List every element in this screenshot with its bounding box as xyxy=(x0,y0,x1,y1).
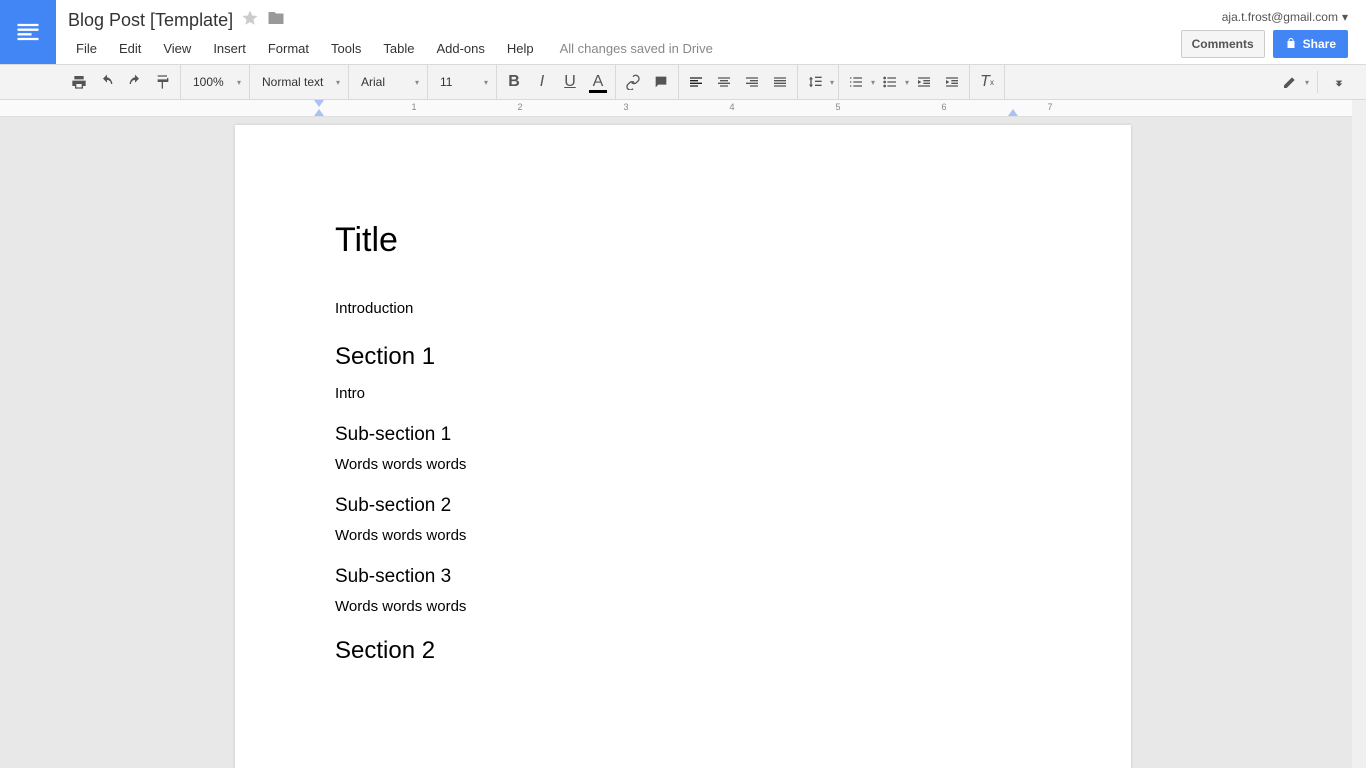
doc-section-1-intro[interactable]: Intro xyxy=(335,385,1031,402)
editing-mode-icon[interactable] xyxy=(1277,69,1303,95)
menu-file[interactable]: File xyxy=(68,39,105,58)
share-button[interactable]: Share xyxy=(1273,30,1348,58)
ruler-tick: 4 xyxy=(729,102,734,112)
paint-format-icon[interactable] xyxy=(150,69,176,95)
separator xyxy=(1317,71,1318,93)
indent-marker-top[interactable] xyxy=(314,100,324,107)
align-left-icon[interactable] xyxy=(683,69,709,95)
line-spacing-icon[interactable] xyxy=(802,69,828,95)
hide-menus-icon[interactable] xyxy=(1326,69,1352,95)
menu-addons[interactable]: Add-ons xyxy=(428,39,492,58)
menu-insert[interactable]: Insert xyxy=(205,39,254,58)
document-canvas[interactable]: Title Introduction Section 1 Intro Sub-s… xyxy=(0,117,1366,768)
ruler-tick: 6 xyxy=(941,102,946,112)
clear-formatting-icon[interactable]: Tx xyxy=(974,69,1000,95)
align-center-icon[interactable] xyxy=(711,69,737,95)
folder-icon[interactable] xyxy=(267,9,285,32)
doc-section-2[interactable]: Section 2 xyxy=(335,637,1031,665)
link-icon[interactable] xyxy=(620,69,646,95)
chevron-down-icon: ▾ xyxy=(871,78,875,87)
comments-button[interactable]: Comments xyxy=(1181,30,1265,58)
undo-icon[interactable] xyxy=(94,69,120,95)
redo-icon[interactable] xyxy=(122,69,148,95)
user-email-text: aja.t.frost@gmail.com xyxy=(1222,10,1338,24)
header: Blog Post [Template] File Edit View Inse… xyxy=(0,0,1366,64)
chevron-down-icon: ▾ xyxy=(1342,10,1348,24)
doc-section-1[interactable]: Section 1 xyxy=(335,343,1031,371)
right-margin-marker[interactable] xyxy=(1008,109,1018,116)
menu-help[interactable]: Help xyxy=(499,39,542,58)
print-icon[interactable] xyxy=(66,69,92,95)
comment-icon[interactable] xyxy=(648,69,674,95)
align-justify-icon[interactable] xyxy=(767,69,793,95)
menu-tools[interactable]: Tools xyxy=(323,39,369,58)
doc-body-1[interactable]: Words words words xyxy=(335,456,1031,473)
share-label: Share xyxy=(1303,37,1336,51)
style-select[interactable]: Normal text xyxy=(254,71,344,93)
menu-view[interactable]: View xyxy=(155,39,199,58)
italic-icon[interactable]: I xyxy=(529,69,555,95)
doc-body-2[interactable]: Words words words xyxy=(335,527,1031,544)
size-value: 11 xyxy=(440,75,452,89)
chevron-down-icon: ▾ xyxy=(1305,78,1309,87)
chevron-down-icon: ▾ xyxy=(830,78,834,87)
docs-logo[interactable] xyxy=(0,0,56,64)
font-value: Arial xyxy=(361,75,385,89)
chevron-down-icon: ▾ xyxy=(905,78,909,87)
font-select[interactable]: Arial xyxy=(353,71,423,93)
user-email[interactable]: aja.t.frost@gmail.com ▾ xyxy=(1222,10,1348,24)
numbered-list-icon[interactable] xyxy=(843,69,869,95)
doc-title-heading[interactable]: Title xyxy=(335,221,1031,260)
scrollbar[interactable] xyxy=(1352,100,1366,768)
doc-body-3[interactable]: Words words words xyxy=(335,598,1031,615)
doc-subsection-3[interactable]: Sub-section 3 xyxy=(335,566,1031,588)
user-area: aja.t.frost@gmail.com ▾ Comments Share xyxy=(1181,0,1366,64)
increase-indent-icon[interactable] xyxy=(939,69,965,95)
zoom-value: 100% xyxy=(193,75,224,89)
text-color-icon[interactable]: A xyxy=(585,69,611,95)
style-value: Normal text xyxy=(262,75,323,89)
star-icon[interactable] xyxy=(241,9,259,32)
ruler-tick: 2 xyxy=(517,102,522,112)
toolbar: 100% Normal text Arial 11 B I U A ▾ ▾ ▾ … xyxy=(0,64,1366,100)
menu-bar: File Edit View Insert Format Tools Table… xyxy=(68,34,1169,62)
align-right-icon[interactable] xyxy=(739,69,765,95)
doc-intro[interactable]: Introduction xyxy=(335,300,1031,317)
menu-format[interactable]: Format xyxy=(260,39,317,58)
ruler-tick: 5 xyxy=(835,102,840,112)
bold-icon[interactable]: B xyxy=(501,69,527,95)
underline-icon[interactable]: U xyxy=(557,69,583,95)
bulleted-list-icon[interactable] xyxy=(877,69,903,95)
title-area: Blog Post [Template] File Edit View Inse… xyxy=(56,0,1181,64)
page[interactable]: Title Introduction Section 1 Intro Sub-s… xyxy=(235,125,1131,768)
save-status: All changes saved in Drive xyxy=(560,41,713,56)
ruler-tick: 3 xyxy=(623,102,628,112)
menu-table[interactable]: Table xyxy=(375,39,422,58)
ruler-tick: 7 xyxy=(1047,102,1052,112)
decrease-indent-icon[interactable] xyxy=(911,69,937,95)
menu-edit[interactable]: Edit xyxy=(111,39,149,58)
document-title[interactable]: Blog Post [Template] xyxy=(68,10,233,31)
workspace: 1 2 3 4 5 6 7 Title Introduction Section… xyxy=(0,100,1366,768)
ruler-tick: 1 xyxy=(411,102,416,112)
zoom-select[interactable]: 100% xyxy=(185,71,245,93)
doc-subsection-2[interactable]: Sub-section 2 xyxy=(335,495,1031,517)
indent-marker-bottom[interactable] xyxy=(314,109,324,116)
lock-icon xyxy=(1285,37,1297,52)
doc-subsection-1[interactable]: Sub-section 1 xyxy=(335,424,1031,446)
font-size-select[interactable]: 11 xyxy=(432,71,492,93)
ruler[interactable]: 1 2 3 4 5 6 7 xyxy=(0,100,1366,117)
